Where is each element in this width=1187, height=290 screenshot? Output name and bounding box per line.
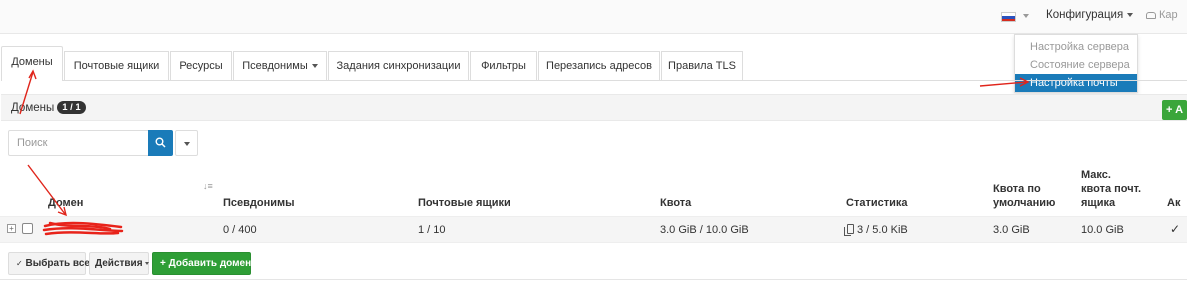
select-all-button[interactable]: ✓ Выбрать все — [8, 252, 90, 275]
tab-aliases[interactable]: Псевдонимы — [233, 51, 327, 81]
column-header-stats[interactable]: Статистика — [846, 196, 908, 210]
chevron-down-icon — [144, 261, 149, 265]
chevron-down-icon — [1127, 12, 1134, 17]
panel-header — [1, 94, 1187, 121]
tab-mailboxes[interactable]: Почтовые ящики — [64, 51, 169, 81]
add-button-partial[interactable]: + A — [1162, 100, 1187, 120]
column-header-domain[interactable]: Домен — [48, 196, 83, 210]
add-domain-button[interactable]: + Добавить домен — [152, 252, 251, 275]
column-header-aliases[interactable]: Псевдонимы — [223, 196, 295, 210]
search-button[interactable] — [148, 130, 173, 156]
select-all-check-icon: ✓ — [16, 259, 23, 268]
row-checkbox[interactable] — [22, 223, 33, 234]
language-flag-icon[interactable] — [1001, 12, 1016, 22]
column-header-max-quota-line3: ящика — [1081, 197, 1116, 209]
car-icon — [1146, 11, 1156, 19]
column-header-default-quota-line2: умолчанию — [993, 197, 1056, 209]
tabs-divider — [63, 80, 1187, 81]
actions-button[interactable]: Действия — [89, 252, 149, 275]
tab-filters[interactable]: Фильтры — [470, 51, 537, 81]
column-header-max-quota-line1: Макс. — [1081, 169, 1111, 181]
column-header-active[interactable]: Ак — [1167, 196, 1180, 210]
column-header-default-quota[interactable]: Квота по умолчанию — [993, 182, 1055, 210]
language-caret-icon[interactable] — [1023, 14, 1029, 18]
chevron-down-icon — [184, 142, 190, 146]
chevron-down-icon — [311, 64, 318, 69]
plus-icon: + — [160, 258, 166, 269]
account-menu-label: Кар — [1159, 9, 1178, 21]
tab-tls-policy[interactable]: Правила TLS — [661, 51, 743, 81]
expand-row-icon[interactable]: + — [7, 224, 16, 233]
column-header-mailboxes[interactable]: Почтовые ящики — [418, 196, 511, 210]
configuration-dropdown: Настройка сервера Состояние сервера Наст… — [1014, 34, 1138, 93]
panel-bottom-border — [0, 279, 1187, 280]
panel-title-label: Домены — [11, 102, 55, 114]
search-input[interactable] — [8, 130, 149, 156]
tab-address-rewrite[interactable]: Перезапись адресов — [538, 51, 660, 81]
default-quota-cell: 3.0 GiB — [993, 224, 1030, 236]
select-all-label: Выбрать все — [25, 258, 90, 269]
search-options-button[interactable] — [175, 130, 198, 156]
stats-value: 3 / 5.0 KiB — [857, 224, 908, 236]
count-badge: 1 / 1 — [57, 101, 86, 114]
actions-label: Действия — [95, 258, 143, 269]
tab-domains[interactable]: Домены — [1, 46, 63, 81]
sort-icon[interactable]: ↓≡ — [203, 181, 213, 191]
menu-item-server-status[interactable]: Состояние сервера — [1015, 56, 1137, 74]
aliases-cell: 0 / 400 — [223, 224, 257, 236]
tab-resources[interactable]: Ресурсы — [170, 51, 232, 81]
active-check-icon: ✓ — [1170, 222, 1181, 236]
column-header-max-quota-line2: квота почт. — [1081, 183, 1142, 195]
stats-cell: 3 / 5.0 KiB — [844, 224, 908, 236]
add-domain-label: Добавить домен — [168, 258, 252, 269]
tab-aliases-label: Псевдонимы — [242, 60, 308, 72]
search-icon — [155, 137, 166, 148]
account-menu[interactable]: Кар — [1146, 9, 1178, 21]
column-header-quota[interactable]: Квота — [660, 196, 691, 210]
files-icon — [844, 224, 854, 236]
menu-item-server-settings[interactable]: Настройка сервера — [1015, 38, 1137, 56]
max-quota-cell: 10.0 GiB — [1081, 224, 1124, 236]
tab-sync-jobs[interactable]: Задания синхронизации — [328, 51, 469, 81]
column-header-default-quota-line1: Квота по — [993, 183, 1041, 195]
quota-cell: 3.0 GiB / 10.0 GiB — [660, 224, 749, 236]
configuration-menu[interactable]: Конфигурация — [1046, 9, 1134, 21]
column-header-max-quota[interactable]: Макс. квота почт. ящика — [1081, 168, 1141, 210]
mailboxes-cell: 1 / 10 — [418, 224, 446, 236]
configuration-menu-label: Конфигурация — [1046, 9, 1124, 21]
menu-item-mail-settings[interactable]: Настройка почты — [1015, 74, 1137, 92]
panel-title: Домены 1 / 1 — [11, 101, 86, 114]
